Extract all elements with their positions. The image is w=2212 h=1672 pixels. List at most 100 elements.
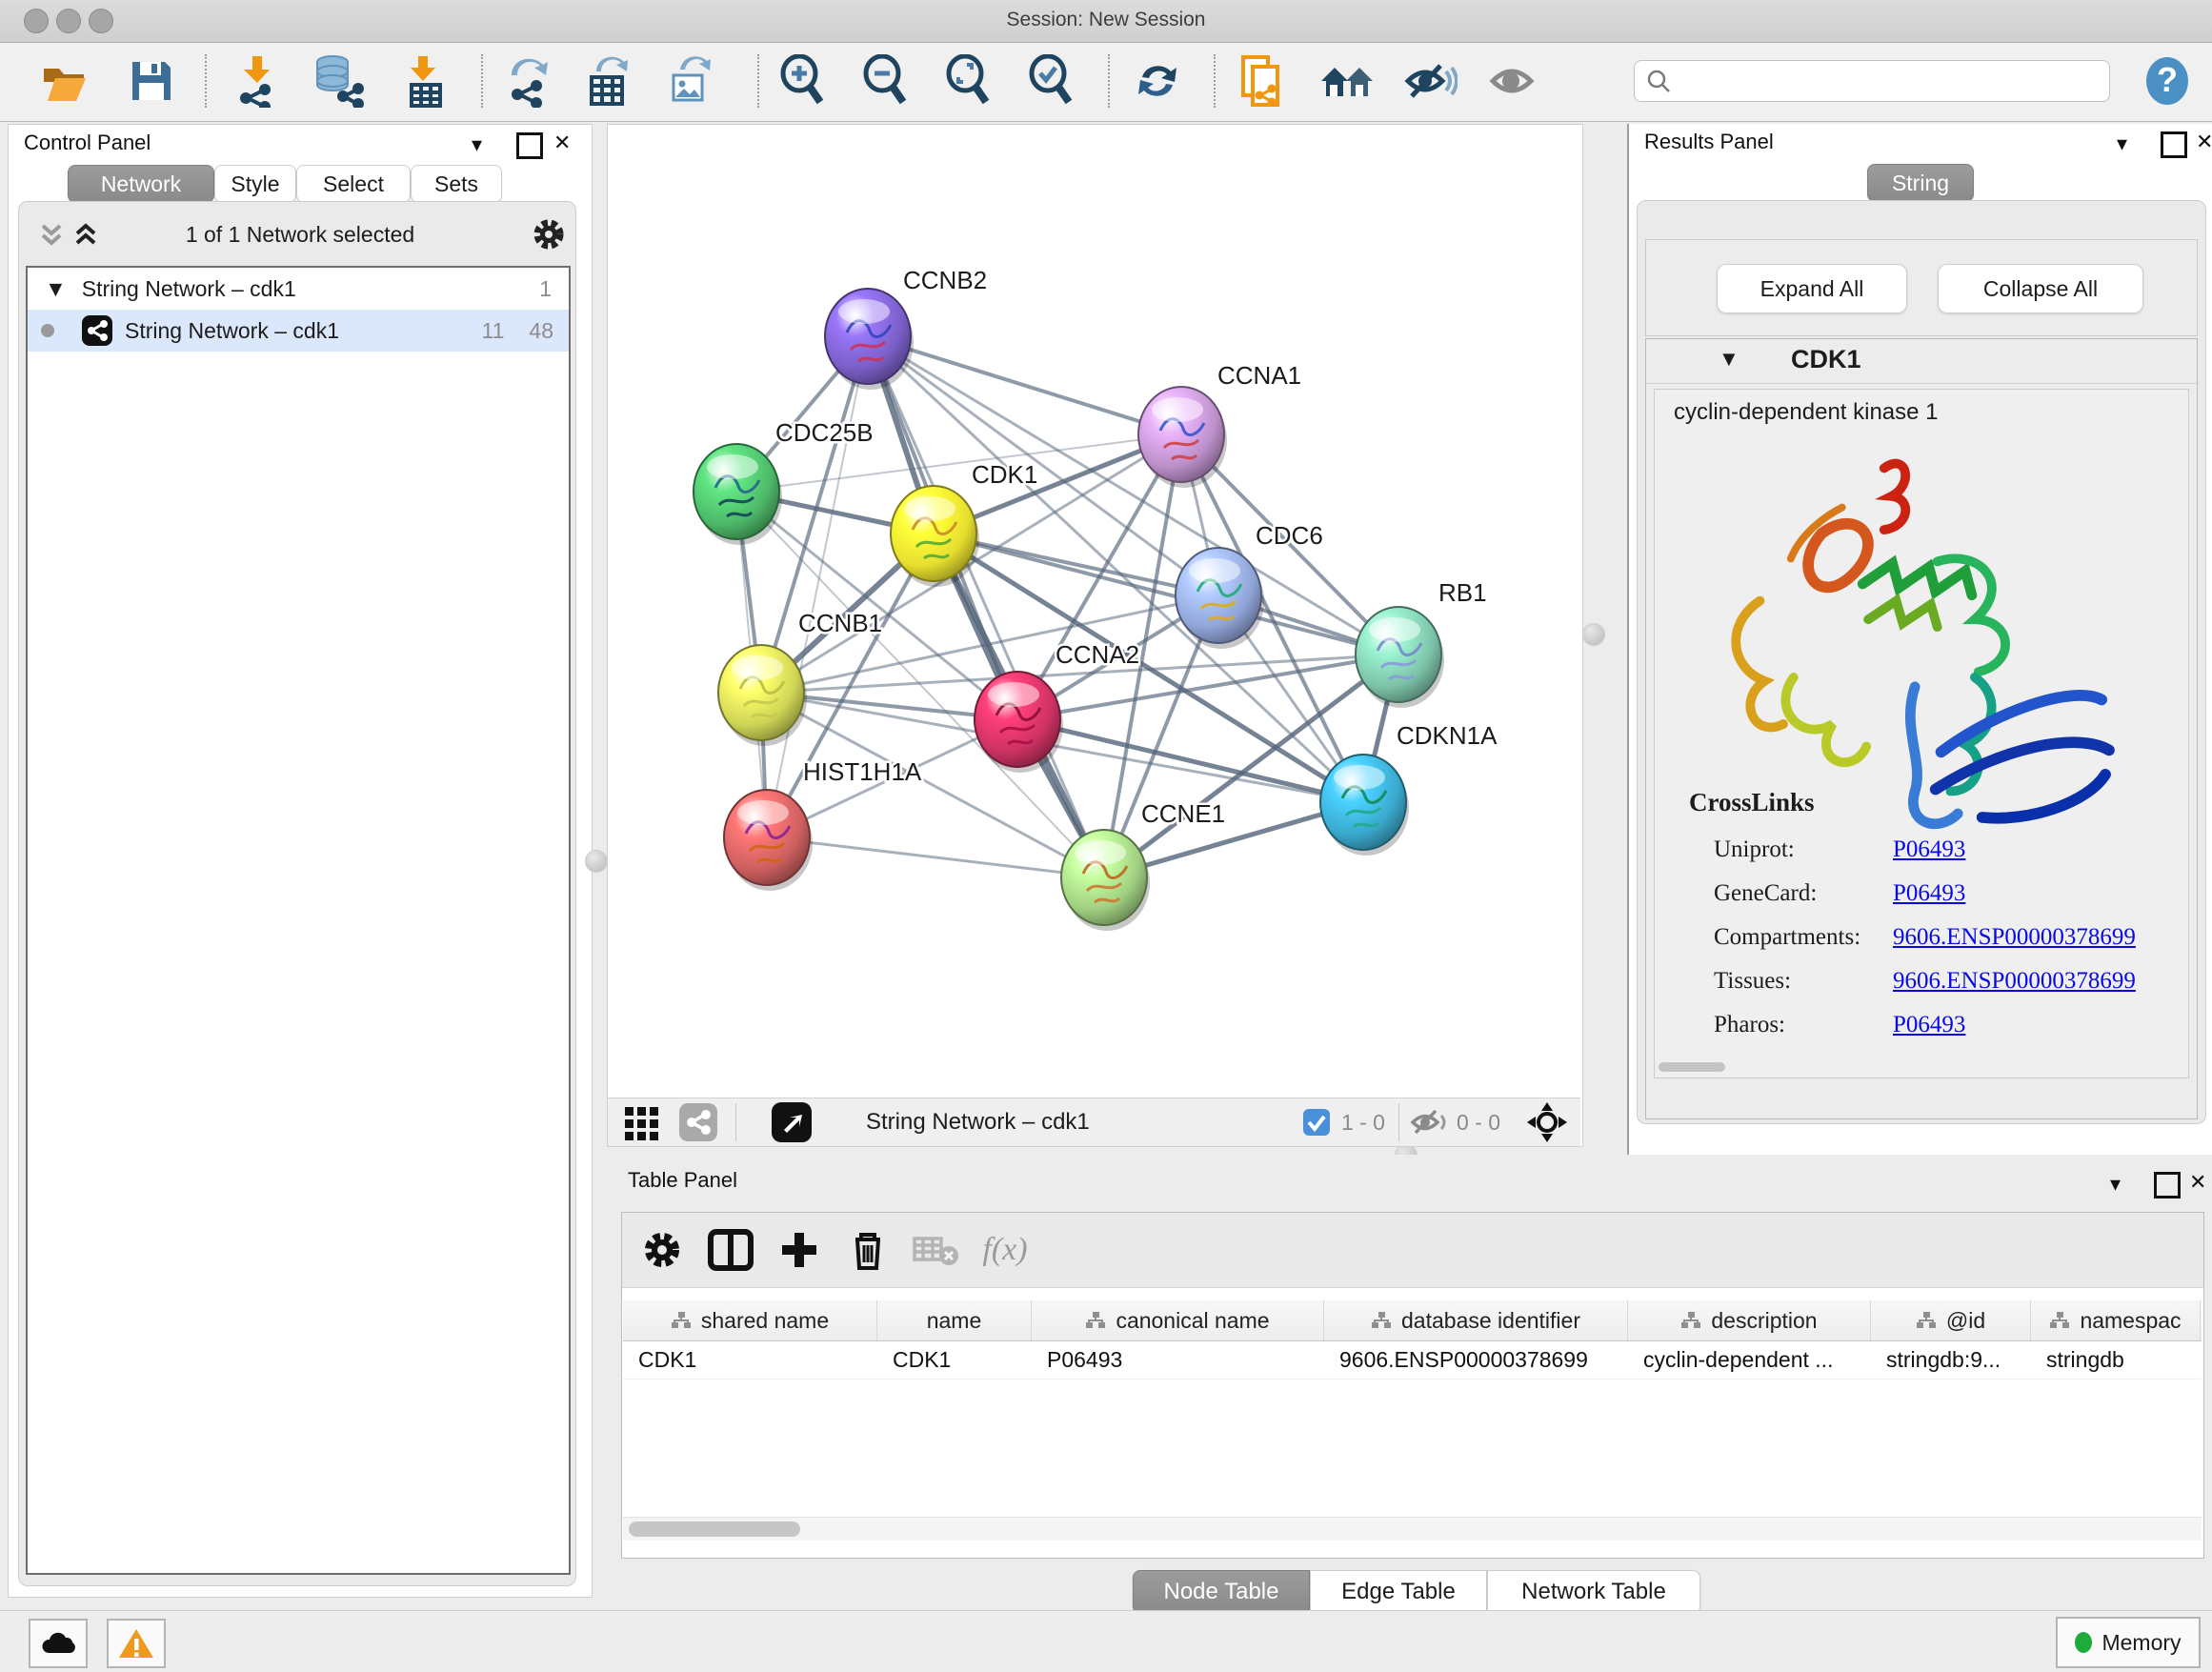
zoom-fit-icon[interactable]: [939, 51, 998, 111]
crosslink-value-link[interactable]: P06493: [1893, 1012, 1965, 1038]
network-share-icon[interactable]: [678, 1102, 718, 1142]
table-row[interactable]: CDK1CDK1P064939606.ENSP00000378699cyclin…: [623, 1340, 2202, 1380]
save-session-icon[interactable]: [122, 51, 181, 111]
network-node-ccne1[interactable]: [1061, 830, 1150, 931]
memory-button[interactable]: Memory: [2056, 1617, 2201, 1668]
control-panel-float-icon[interactable]: ▾: [472, 132, 482, 157]
grid-view-icon[interactable]: [621, 1103, 663, 1141]
help-icon[interactable]: ?: [2138, 51, 2197, 111]
show-all-icon[interactable]: [1484, 51, 1543, 111]
table-panel-close-icon[interactable]: ✕: [2189, 1170, 2206, 1195]
crosslink-value-link[interactable]: 9606.ENSP00000378699: [1893, 924, 2136, 951]
selected-checkbox-icon[interactable]: [1301, 1107, 1332, 1138]
fit-content-crosshair-icon[interactable]: [1525, 1100, 1569, 1144]
table-options-gear-icon[interactable]: [628, 1221, 696, 1279]
search-field[interactable]: [1634, 60, 2110, 102]
crosslink-value-link[interactable]: P06493: [1893, 836, 1965, 863]
first-neighbors-icon[interactable]: [1318, 51, 1377, 111]
column-header--id[interactable]: @id: [1871, 1300, 2031, 1340]
network-edge-ccnb2-ccna1[interactable]: [868, 336, 1181, 434]
import-table-icon[interactable]: [396, 51, 455, 111]
network-node-cdc25b[interactable]: [694, 444, 782, 545]
open-session-icon[interactable]: [35, 51, 94, 111]
table-panel-float-icon[interactable]: ▾: [2110, 1172, 2121, 1197]
tab-edge-table[interactable]: Edge Table: [1310, 1570, 1487, 1614]
network-node-cdkn1a[interactable]: [1320, 755, 1409, 856]
network-edge-cdk1-rb1[interactable]: [934, 534, 1398, 655]
tab-select[interactable]: Select: [296, 165, 411, 203]
results-panel-maximize-icon[interactable]: [2161, 131, 2187, 158]
control-panel-maximize-icon[interactable]: [516, 132, 543, 159]
column-header-namespac[interactable]: namespac: [2031, 1300, 2201, 1340]
expand-all-button[interactable]: Expand All: [1717, 264, 1907, 313]
results-hscroll-thumb[interactable]: [1659, 1062, 1725, 1072]
search-input[interactable]: [1671, 68, 2094, 94]
control-panel-title: Control Panel: [24, 131, 151, 155]
crosslink-label: Compartments:: [1714, 924, 1893, 951]
network-edge-hist1h1a-ccne1[interactable]: [767, 837, 1104, 877]
right-splitter-handle[interactable]: [1582, 623, 1605, 646]
table-hscrollbar[interactable]: [623, 1517, 2202, 1541]
gene-section-header[interactable]: ▼ CDK1: [1646, 339, 2197, 384]
network-collection-row[interactable]: ▼ String Network – cdk1 1: [28, 268, 569, 310]
network-node-cdk1[interactable]: [891, 486, 979, 587]
node-label-ccnb1: CCNB1: [798, 609, 882, 637]
network-canvas[interactable]: CCNB2CCNA1CDC25BCDK1CDC6RB1CCNB1CCNA2CDK…: [608, 125, 1580, 1098]
column-header-canonical-name[interactable]: canonical name: [1032, 1300, 1324, 1340]
tab-string[interactable]: String: [1867, 164, 1974, 202]
zoom-in-icon[interactable]: [774, 51, 833, 111]
results-panel-close-icon[interactable]: ✕: [2196, 130, 2212, 154]
left-splitter-handle[interactable]: [585, 850, 608, 873]
table-hscroll-thumb[interactable]: [629, 1521, 800, 1537]
control-panel-close-icon[interactable]: ✕: [553, 131, 571, 155]
tab-style[interactable]: Style: [214, 165, 296, 203]
network-node-ccnb1[interactable]: [718, 645, 807, 746]
network-edge-ccna2-cdkn1a[interactable]: [1017, 719, 1363, 802]
network-node-hist1h1a[interactable]: [724, 790, 813, 891]
cloud-status-button[interactable]: [29, 1619, 88, 1668]
network-options-gear-icon[interactable]: [531, 216, 567, 257]
export-network-icon[interactable]: [499, 51, 558, 111]
tab-network[interactable]: Network: [68, 165, 214, 203]
column-header-database-identifier[interactable]: database identifier: [1324, 1300, 1628, 1340]
gene-expander-icon[interactable]: ▼: [1719, 347, 1739, 372]
network-node-ccna1[interactable]: [1138, 387, 1227, 488]
export-table-icon[interactable]: [579, 51, 638, 111]
node-label-hist1h1a: HIST1H1A: [803, 757, 922, 786]
show-column-icon[interactable]: [696, 1221, 765, 1279]
table-toolbar: f(x): [622, 1213, 2203, 1288]
tab-network-table[interactable]: Network Table: [1487, 1570, 1700, 1614]
import-network-icon[interactable]: [229, 51, 288, 111]
zoom-selected-icon[interactable]: [1022, 51, 1081, 111]
network-node-rb1[interactable]: [1356, 607, 1444, 708]
warnings-button[interactable]: [107, 1619, 166, 1668]
table-panel-maximize-icon[interactable]: [2154, 1172, 2181, 1199]
table-cell: stringdb:9...: [1871, 1340, 2031, 1379]
tab-node-table[interactable]: Node Table: [1133, 1570, 1310, 1614]
network-node-cdc6[interactable]: [1176, 548, 1264, 649]
network-current-dot-icon: [41, 324, 54, 337]
cloud-icon: [39, 1630, 77, 1657]
collection-expander-icon[interactable]: ▼: [45, 276, 67, 302]
refresh-icon[interactable]: [1128, 51, 1187, 111]
network-row[interactable]: String Network – cdk1 11 48: [28, 310, 569, 352]
collapse-all-button[interactable]: Collapse All: [1938, 264, 2143, 313]
column-header-description[interactable]: description: [1628, 1300, 1871, 1340]
results-panel-float-icon[interactable]: ▾: [2117, 131, 2127, 156]
column-header-name[interactable]: name: [877, 1300, 1032, 1340]
delete-column-icon[interactable]: [834, 1221, 902, 1279]
crosslink-label: Uniprot:: [1714, 836, 1893, 863]
zoom-out-icon[interactable]: [856, 51, 915, 111]
column-header-shared-name[interactable]: shared name: [623, 1300, 877, 1340]
create-column-icon[interactable]: [765, 1221, 834, 1279]
tab-sets[interactable]: Sets: [411, 165, 502, 203]
crosslink-value-link[interactable]: P06493: [1893, 880, 1965, 907]
import-network-database-icon[interactable]: [309, 51, 368, 111]
hide-selected-icon[interactable]: [1401, 51, 1460, 111]
copy-style-icon[interactable]: [1233, 51, 1292, 111]
network-node-ccna2[interactable]: [975, 672, 1063, 773]
export-image-icon[interactable]: [661, 51, 720, 111]
crosslink-value-link[interactable]: 9606.ENSP00000378699: [1893, 968, 2136, 995]
network-node-ccnb2[interactable]: [825, 289, 914, 390]
birds-eye-view-icon[interactable]: [771, 1101, 813, 1143]
